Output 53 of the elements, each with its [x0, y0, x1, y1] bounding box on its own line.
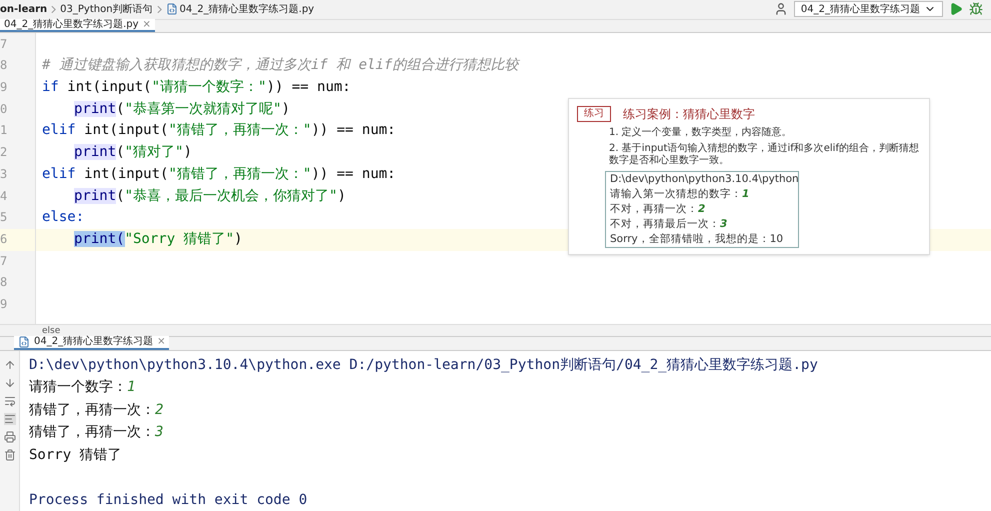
line-number: 9	[0, 296, 8, 311]
console-line: 猜错了，再猜一次：2	[29, 402, 164, 418]
line-number: 2	[0, 145, 8, 160]
line-number: 7	[0, 36, 8, 51]
down-arrow-icon[interactable]	[4, 376, 16, 388]
code-line: print("恭喜第一次就猜对了呢")	[74, 100, 290, 117]
soft-wrap-icon[interactable]	[4, 394, 16, 406]
slide-title: 练习案例：猜猜心里数字	[623, 106, 755, 123]
code-line: print("猜对了")	[74, 144, 192, 160]
line-number: 8	[0, 58, 8, 72]
slide-point: 1. 定义一个变量，数字类型，内容随意。	[608, 126, 793, 139]
code-line: elif int(input("猜错了，再猜一次：")) == num:	[42, 166, 396, 182]
code-line: if int(input("请猜一个数字：")) == num:	[42, 79, 351, 96]
breadcrumb-item[interactable]: 03_Python判断语句	[60, 2, 153, 17]
line-number: 4	[0, 188, 8, 203]
code-line: else:	[42, 209, 84, 226]
code-line: print("恭喜，最后一次机会，你猜对了")	[74, 188, 346, 204]
console-line: Process finished with exit code 0	[29, 492, 308, 508]
breadcrumb-item[interactable]: 04_2_猜猜心里数字练习题.py	[180, 2, 314, 17]
debug-icon[interactable]	[969, 2, 983, 16]
up-arrow-icon[interactable]	[4, 358, 16, 370]
line-number: 1	[0, 123, 8, 138]
editor-tab[interactable]: 04_2_猜猜心里数字练习题.py ×	[0, 18, 155, 32]
console-line: 猜错了，再猜一次：3	[29, 424, 164, 440]
line-number: 9	[0, 80, 8, 94]
chevron-icon	[51, 4, 56, 14]
code-line: # 通过键盘输入获取猜想的数字，通过多次if 和 elif的组合进行猜想比较	[42, 57, 518, 74]
print-icon[interactable]	[4, 430, 16, 442]
console-line: Sorry 猜错了	[29, 446, 122, 462]
user-icon[interactable]	[774, 2, 788, 16]
exercise-badge: 练习	[577, 106, 611, 122]
scroll-to-end-icon[interactable]	[4, 412, 16, 424]
line-number: 5	[0, 210, 8, 224]
code-line: elif int(input("猜错了，再猜一次：")) == num:	[42, 122, 396, 138]
console-line: D:\dev\python\python3.10.4\python.exe D:/python-learn/03_Python判断语句/04_2_猜猜心里数字练习题.py	[29, 356, 818, 372]
slide-point: 2. 基于input语句输入猜想的数字，通过if和多次elif的组合，判断猜想数字是否和心里数字一致。	[608, 142, 920, 167]
breadcrumb-item[interactable]: on-learn	[0, 2, 48, 17]
python-file-icon	[18, 336, 30, 348]
line-number: 3	[0, 166, 8, 181]
line-number: 0	[0, 102, 8, 116]
line-number: 7	[0, 254, 8, 268]
run-config-dropdown[interactable]: 04_2_猜猜心里数字练习题	[794, 1, 943, 18]
python-file-icon	[166, 3, 178, 16]
slide-console: D:\dev\python\python3.10.4\python 请输入第一次猜想的数字：1 不对，再猜一次：2 不对，再猜最后一次：3 Sorry，全部猜错啦，我想的是：10	[605, 170, 799, 248]
line-number: 8	[0, 275, 8, 290]
line-number: 6	[0, 232, 8, 246]
console-line: 请猜一个数字：1	[29, 379, 136, 395]
chevron-icon	[156, 4, 162, 14]
trash-icon[interactable]	[4, 448, 16, 460]
code-line: print("Sorry 猜错了")	[74, 230, 242, 247]
run-icon[interactable]	[949, 2, 963, 16]
status-breadcrumb: else	[42, 326, 60, 336]
run-tab[interactable]: 04_2_猜猜心里数字练习题 ×	[14, 336, 170, 350]
